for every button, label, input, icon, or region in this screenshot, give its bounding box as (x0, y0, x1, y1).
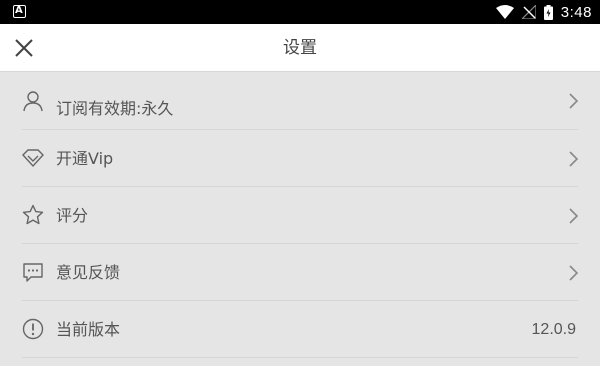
settings-list: 订阅有效期:永久 开通Vip 评分 意见反馈 当前版本 12.0.9 (0, 73, 600, 358)
settings-item-rate[interactable]: 评分 (22, 187, 578, 244)
app-bar: 设置 (0, 24, 600, 72)
no-signal-icon (521, 5, 536, 19)
page-title: 设置 (283, 38, 317, 58)
chevron-right-icon (569, 265, 578, 281)
chevron-right-icon (569, 151, 578, 167)
star-icon (22, 204, 44, 225)
info-icon (22, 318, 44, 340)
settings-item-label: 评分 (56, 206, 89, 225)
settings-item-version: 当前版本 12.0.9 (22, 301, 578, 358)
battery-charging-icon (543, 4, 553, 20)
settings-item-label: 开通Vip (56, 149, 114, 168)
a-notification-icon: A (13, 5, 26, 18)
close-button[interactable] (6, 30, 42, 66)
settings-item-label: 当前版本 (56, 320, 121, 339)
settings-item-subscription[interactable]: 订阅有效期:永久 (22, 73, 578, 130)
settings-item-label: 订阅有效期:永久 (56, 99, 174, 118)
status-icons: 3:48 (495, 0, 592, 24)
feedback-icon (23, 263, 43, 282)
user-icon (23, 91, 43, 112)
close-icon (15, 39, 33, 57)
wifi-icon (495, 5, 514, 19)
chevron-right-icon (569, 208, 578, 224)
status-bar: A 3:48 (0, 0, 600, 24)
diamond-icon (22, 149, 44, 168)
settings-item-feedback[interactable]: 意见反馈 (22, 244, 578, 301)
version-value: 12.0.9 (531, 321, 576, 338)
settings-item-label: 意见反馈 (56, 263, 121, 282)
status-time: 3:48 (560, 3, 592, 21)
settings-item-vip[interactable]: 开通Vip (22, 130, 578, 187)
chevron-right-icon (569, 93, 578, 109)
